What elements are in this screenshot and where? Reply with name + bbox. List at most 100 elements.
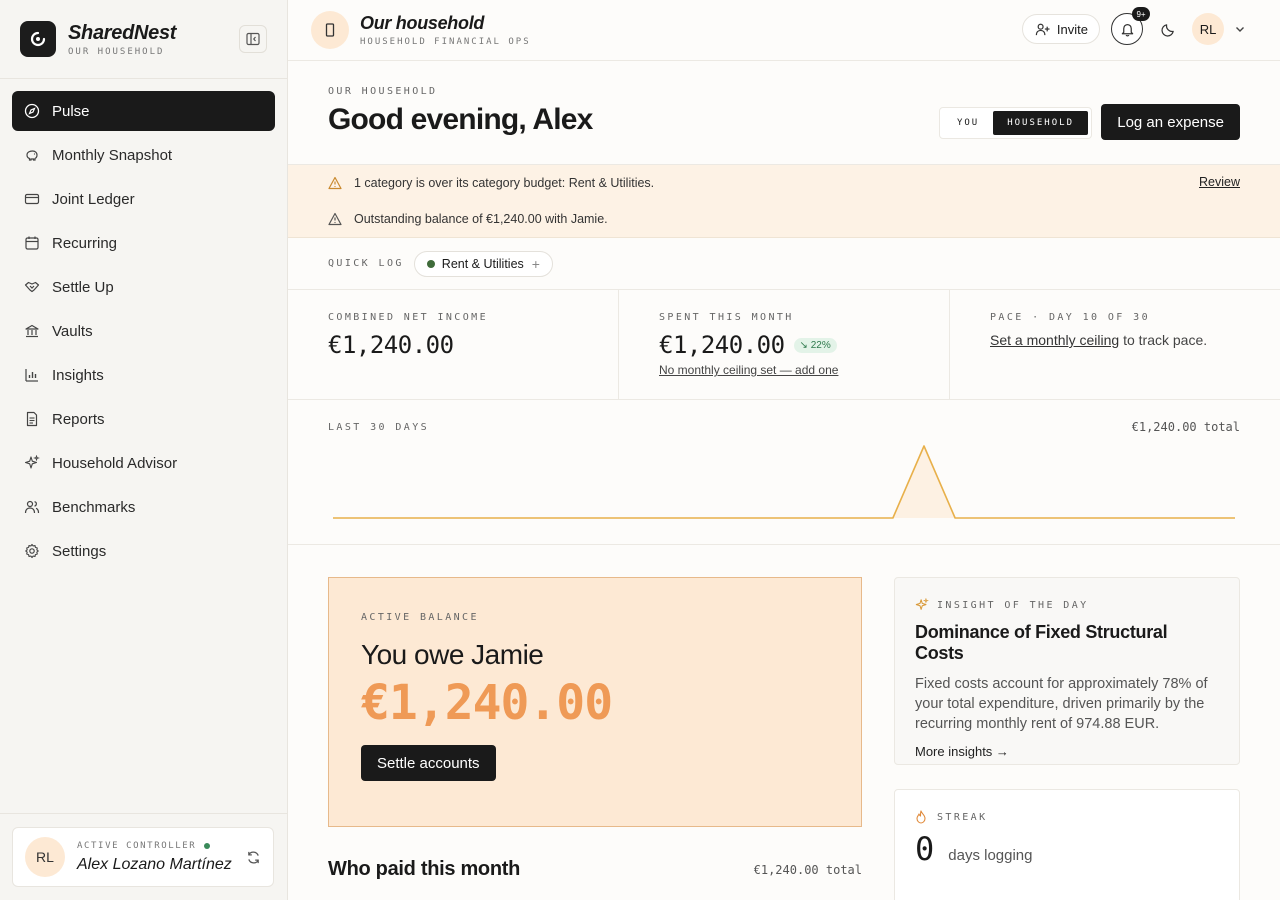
bar-chart-icon xyxy=(25,369,38,382)
sidebar-item-settle-up[interactable]: Settle Up xyxy=(12,267,275,307)
sidebar-collapse-icon xyxy=(246,32,260,46)
sidebar-item-label: Reports xyxy=(52,410,105,428)
stat-value: €1,240.00 xyxy=(328,331,578,359)
sidebar-item-label: Household Advisor xyxy=(52,454,178,472)
sidebar-item-label: Insights xyxy=(52,366,104,384)
sidebar-item-pulse[interactable]: Pulse xyxy=(12,91,275,131)
sidebar-item-vaults[interactable]: Vaults xyxy=(12,311,275,351)
household-subtitle: HOUSEHOLD FINANCIAL OPS xyxy=(360,37,531,47)
app-root: SharedNest OUR HOUSEHOLD Pulse Monthly S… xyxy=(0,0,1280,900)
bell-icon xyxy=(1121,23,1133,36)
streak-value-row: 0 days logging xyxy=(915,830,1219,868)
alert-text: Outstanding balance of €1,240.00 with Ja… xyxy=(354,212,608,226)
streak-header: STREAK xyxy=(915,810,1219,824)
greeting-section: OUR HOUSEHOLD Good evening, Alex YOU HOU… xyxy=(288,61,1280,165)
sidebar-item-reports[interactable]: Reports xyxy=(12,399,275,439)
card-icon xyxy=(24,193,40,205)
right-column: INSIGHT OF THE DAY Dominance of Fixed St… xyxy=(894,577,1240,900)
sidebar-item-household-advisor[interactable]: Household Advisor xyxy=(12,443,275,483)
stats-row: COMBINED NET INCOME €1,240.00 SPENT THIS… xyxy=(288,290,1280,400)
chip-label: Rent & Utilities xyxy=(441,256,524,271)
sidebar-item-label: Recurring xyxy=(52,234,118,252)
switch-user-icon[interactable] xyxy=(246,850,261,865)
toggle-you[interactable]: YOU xyxy=(943,111,993,135)
trend-total: €1,240.00 total xyxy=(1131,420,1240,434)
flame-icon xyxy=(916,810,926,824)
balance-amount: €1,240.00 xyxy=(361,675,613,731)
sidebar-item-label: Benchmarks xyxy=(52,498,136,516)
stat-spent: SPENT THIS MONTH €1,240.00 ↘ 22% No mont… xyxy=(619,290,950,399)
insight-title: Dominance of Fixed Structural Costs xyxy=(915,622,1168,663)
greeting-eyebrow: OUR HOUSEHOLD xyxy=(328,86,438,97)
controller-text: ACTIVE CONTROLLER Alex Lozano Martínez xyxy=(77,841,246,874)
toggle-household[interactable]: HOUSEHOLD xyxy=(993,111,1088,135)
sidebar-item-label: Joint Ledger xyxy=(52,190,135,208)
streak-eyebrow: STREAK xyxy=(937,811,988,823)
trend-section: LAST 30 DAYS €1,240.00 total xyxy=(288,400,1280,545)
chevron-down-icon xyxy=(1236,27,1244,32)
change-value: 22% xyxy=(810,339,831,351)
warning-icon xyxy=(328,212,342,226)
sidebar-item-benchmarks[interactable]: Benchmarks xyxy=(12,487,275,527)
moon-icon xyxy=(1160,23,1174,37)
notification-count-badge: 9+ xyxy=(1132,7,1150,21)
insight-header: INSIGHT OF THE DAY xyxy=(915,598,1219,612)
logo-icon[interactable] xyxy=(20,21,56,57)
streak-card: STREAK 0 days logging xyxy=(894,789,1240,900)
income-value: €1,240.00 xyxy=(328,331,454,359)
change-badge: ↘ 22% xyxy=(793,337,837,353)
spent-value: €1,240.00 xyxy=(659,331,785,359)
sidebar-item-settings[interactable]: Settings xyxy=(12,531,275,571)
users-icon xyxy=(24,500,40,514)
user-menu-toggle[interactable] xyxy=(1234,23,1246,35)
user-avatar[interactable]: RL xyxy=(1192,13,1224,45)
avatar: RL xyxy=(25,837,65,877)
handshake-icon xyxy=(24,281,40,293)
quick-log-chip[interactable]: Rent & Utilities + xyxy=(413,250,553,277)
sidebar-item-label: Vaults xyxy=(52,322,93,340)
log-expense-button[interactable]: Log an expense xyxy=(1101,104,1240,140)
sidebar-item-label: Settle Up xyxy=(52,278,114,296)
main-content: Our household HOUSEHOLD FINANCIAL OPS In… xyxy=(288,0,1280,900)
pace-text: Set a monthly ceiling to track pace. xyxy=(990,332,1240,348)
streak-label: days logging xyxy=(948,847,1033,864)
sidebar-item-monthly-snapshot[interactable]: Monthly Snapshot xyxy=(12,135,275,175)
lower-section: ACTIVE BALANCE You owe Jamie €1,240.00 S… xyxy=(288,545,1280,900)
trend-down-icon: ↘ xyxy=(799,339,811,351)
gear-icon xyxy=(25,543,39,559)
active-controller-card[interactable]: RL ACTIVE CONTROLLER Alex Lozano Martíne… xyxy=(12,827,274,887)
review-link[interactable]: Review xyxy=(1199,175,1240,189)
invite-button[interactable]: Invite xyxy=(1021,14,1100,44)
household-icon[interactable] xyxy=(311,11,349,49)
add-ceiling-link[interactable]: No monthly ceiling set — add one xyxy=(659,363,909,377)
sidebar-item-label: Settings xyxy=(52,542,107,560)
alert-item: Outstanding balance of €1,240.00 with Ja… xyxy=(328,201,1240,237)
scope-toggle: YOU HOUSEHOLD xyxy=(938,107,1092,139)
stat-label: COMBINED NET INCOME xyxy=(328,312,488,323)
more-insights-link[interactable]: More insights → xyxy=(915,744,1219,759)
trend-line xyxy=(333,445,1235,519)
online-status-icon xyxy=(204,842,211,849)
balance-title: You owe Jamie xyxy=(361,639,544,670)
controller-name: Alex Lozano Martínez xyxy=(77,855,232,873)
calendar-icon xyxy=(25,236,39,250)
quick-log-label: QUICK LOG xyxy=(328,258,404,269)
sidebar-item-insights[interactable]: Insights xyxy=(12,355,275,395)
stat-pace: PACE · DAY 10 OF 30 Set a monthly ceilin… xyxy=(950,290,1280,399)
insight-eyebrow: INSIGHT OF THE DAY xyxy=(937,599,1089,611)
alert-text: 1 category is over its category budget: … xyxy=(354,176,655,190)
sparkles-icon xyxy=(915,598,929,610)
settle-accounts-button[interactable]: Settle accounts xyxy=(361,745,496,781)
collapse-sidebar-button[interactable] xyxy=(239,25,267,53)
insight-body: Fixed costs account for approximately 78… xyxy=(915,676,1208,732)
theme-toggle-button[interactable] xyxy=(1154,15,1182,43)
plus-icon: + xyxy=(531,255,540,272)
set-ceiling-link[interactable]: Set a monthly ceiling xyxy=(990,332,1119,348)
sidebar-item-recurring[interactable]: Recurring xyxy=(12,223,275,263)
stat-label: PACE · DAY 10 OF 30 xyxy=(990,312,1150,323)
who-paid-total: €1,240.00 total xyxy=(753,862,862,877)
notifications-button[interactable]: 9+ xyxy=(1111,7,1150,45)
bank-icon xyxy=(25,324,39,338)
spending-trend-chart xyxy=(333,445,1235,519)
sidebar-item-joint-ledger[interactable]: Joint Ledger xyxy=(12,179,275,219)
